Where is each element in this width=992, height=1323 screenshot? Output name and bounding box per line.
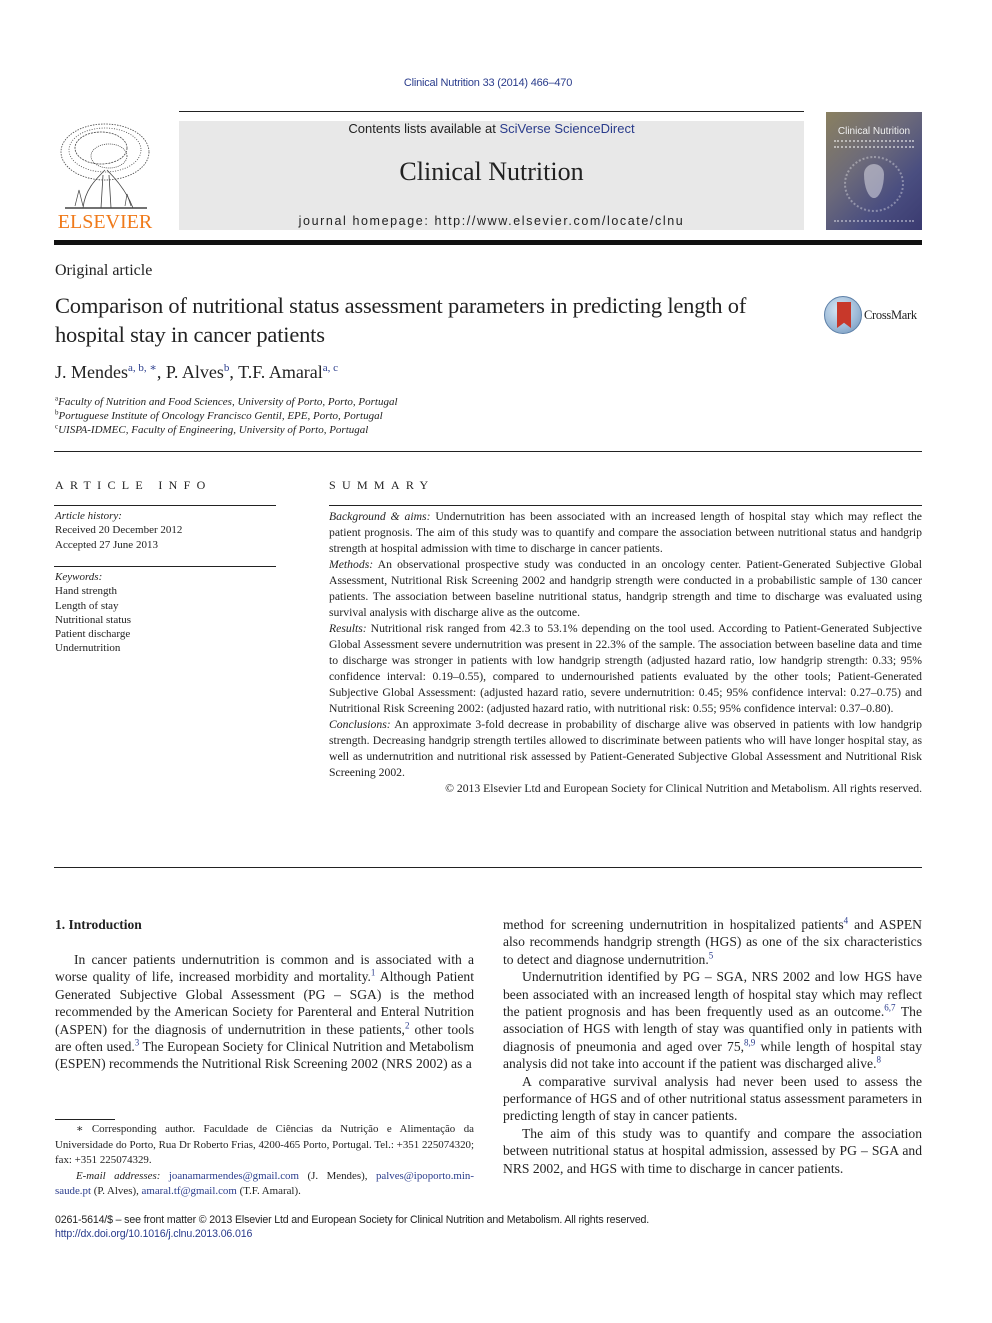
keyword: Length of stay: [55, 599, 119, 612]
email-link[interactable]: amaral.tf@gmail.com: [142, 1185, 237, 1197]
author-separator: ,: [229, 362, 239, 382]
journal-homepage-line: journal homepage: http://www.elsevier.co…: [179, 213, 804, 229]
keywords-label: Keywords:: [55, 571, 103, 583]
affiliation-text: UISPA-IDMEC, Faculty of Engineering, Uni…: [58, 424, 369, 436]
keywords-divider: [54, 566, 276, 567]
citation-reference[interactable]: 6,7: [884, 1003, 895, 1013]
keyword: Patient discharge: [55, 628, 131, 641]
keyword: Nutritional status: [55, 613, 132, 626]
crossmark-label: CrossMark: [864, 308, 917, 322]
citation-reference[interactable]: 5: [709, 950, 714, 960]
article-history: Article history: Received 20 December 20…: [55, 509, 182, 552]
email-addresses: E-mail addresses: joanamarmendes@gmail.c…: [55, 1169, 474, 1200]
affiliation: cUISPA-IDMEC, Faculty of Engineering, Un…: [55, 423, 368, 437]
body-paragraph: Undernutrition identified by PG – SGA, N…: [503, 968, 922, 1072]
section-text: Nutritional risk ranged from 42.3 to 53.…: [329, 622, 922, 715]
summary-conclusions: Conclusions: An approximate 3-fold decre…: [329, 717, 922, 781]
received-date: Received 20 December 2012: [55, 524, 183, 537]
article-title: Comparison of nutritional status assessm…: [55, 293, 747, 347]
body-column-left: In cancer patients undernutrition is com…: [55, 951, 474, 1073]
email-link[interactable]: joanamarmendes@gmail.com: [169, 1170, 299, 1182]
elsevier-wordmark: ELSEVIER: [57, 211, 153, 233]
keyword: Undernutrition: [55, 642, 121, 655]
summary-methods: Methods: An observational prospective st…: [329, 557, 922, 621]
body-paragraph: In cancer patients undernutrition is com…: [55, 951, 474, 1073]
body-paragraph: A comparative survival analysis had neve…: [503, 1073, 922, 1125]
section-label: Background & aims:: [329, 510, 431, 523]
email-owner: (P. Alves),: [91, 1185, 142, 1197]
summary-abstract: Background & aims: Undernutrition has be…: [329, 509, 922, 797]
elsevier-tree-icon: [60, 123, 150, 209]
cover-title: Clinical Nutrition: [837, 126, 911, 137]
summary-heading: SUMMARY: [329, 478, 435, 492]
article-type: Original article: [55, 262, 153, 279]
article-info-divider: [54, 505, 276, 506]
corresponding-author-footnote: ∗ Corresponding author. Faculdade de Ciê…: [55, 1122, 474, 1200]
affiliation: bPortuguese Institute of Oncology Franci…: [55, 409, 383, 423]
paragraph-text: Undernutrition identified by PG – SGA, N…: [503, 969, 922, 1020]
paragraph-text: The aim of this study was to quantify an…: [503, 1125, 922, 1176]
affiliation: aFaculty of Nutrition and Food Sciences,…: [55, 395, 398, 409]
elsevier-logo[interactable]: ELSEVIER: [53, 120, 157, 232]
paragraph-text: A comparative survival analysis had neve…: [503, 1073, 922, 1124]
footnote-rule: [55, 1119, 115, 1120]
author-separator: ,: [156, 362, 166, 382]
journal-cover-image[interactable]: Clinical Nutrition: [826, 112, 922, 230]
keywords-block: Keywords: Hand strength Length of stay N…: [55, 570, 131, 656]
author-name[interactable]: P. Alves: [166, 362, 224, 382]
sciencedirect-link[interactable]: SciVerse ScienceDirect: [499, 121, 634, 136]
section-label: Methods:: [329, 558, 374, 571]
email-owner: (J. Mendes),: [298, 1169, 376, 1182]
affiliation-text: Faculty of Nutrition and Food Sciences, …: [58, 396, 398, 408]
introduction-heading: 1. Introduction: [55, 917, 142, 932]
crossmark-button[interactable]: CrossMark: [824, 296, 924, 336]
paragraph-text: method for screening undernutrition in h…: [503, 917, 844, 932]
summary-copyright: © 2013 Elsevier Ltd and European Society…: [445, 782, 922, 795]
corresponding-author-text: ∗ Corresponding author. Faculdade de Ciê…: [55, 1123, 474, 1166]
email-label: E-mail addresses:: [76, 1169, 161, 1182]
affiliation-text: Portuguese Institute of Oncology Francis…: [58, 410, 383, 422]
homepage-url[interactable]: http://www.elsevier.com/locate/clnu: [434, 214, 684, 228]
citation-reference[interactable]: 8,9: [744, 1037, 755, 1047]
crossmark-ribbon-icon: [837, 302, 851, 328]
article-info-heading: ARTICLE INFO: [55, 478, 212, 492]
keyword: Hand strength: [55, 585, 118, 598]
section-text: An approximate 3-fold decrease in probab…: [329, 718, 922, 779]
summary-background: Background & aims: Undernutrition has be…: [329, 509, 922, 557]
citation-reference[interactable]: 8: [876, 1055, 881, 1065]
cover-subtitle: [834, 140, 914, 148]
body-paragraph: method for screening undernutrition in h…: [503, 916, 922, 968]
accepted-date: Accepted 27 June 2013: [55, 538, 158, 551]
body-column-right: method for screening undernutrition in h…: [503, 916, 922, 1177]
author-affiliation-marks[interactable]: a, b, ∗: [128, 362, 157, 374]
crossmark-icon: [824, 296, 862, 334]
homepage-label: journal homepage:: [298, 214, 435, 228]
header-top-rule: [179, 111, 804, 112]
author-affiliation-marks[interactable]: a, c: [323, 362, 338, 374]
summary-end-divider: [54, 867, 922, 868]
contents-available-line: Contents lists available at SciVerse Sci…: [179, 121, 804, 137]
email-owner: (T.F. Amaral).: [236, 1185, 301, 1197]
journal-title: Clinical Nutrition: [399, 157, 584, 186]
header-thick-rule: [54, 240, 922, 245]
section-divider: [54, 451, 922, 452]
summary-results: Results: Nutritional risk ranged from 42…: [329, 621, 922, 717]
front-matter-notice: 0261-5614/$ – see front matter © 2013 El…: [55, 1214, 650, 1226]
section-label: Results:: [329, 622, 367, 635]
author-name[interactable]: J. Mendes: [55, 362, 128, 382]
summary-divider: [329, 505, 922, 506]
doi-link[interactable]: http://dx.doi.org/10.1016/j.clnu.2013.06…: [55, 1227, 252, 1241]
section-text: An observational prospective study was c…: [329, 558, 922, 619]
section-label: Conclusions:: [329, 718, 391, 731]
author-name[interactable]: T.F. Amaral: [238, 362, 323, 382]
cover-footer: [834, 220, 914, 222]
body-paragraph: The aim of this study was to quantify an…: [503, 1125, 922, 1177]
contents-prefix: Contents lists available at: [348, 121, 500, 136]
history-label: Article history:: [55, 510, 122, 522]
author-list: J. Mendesa, b, ∗, P. Alvesb, T.F. Amaral…: [55, 362, 338, 383]
journal-citation[interactable]: Clinical Nutrition 33 (2014) 466–470: [0, 77, 976, 89]
